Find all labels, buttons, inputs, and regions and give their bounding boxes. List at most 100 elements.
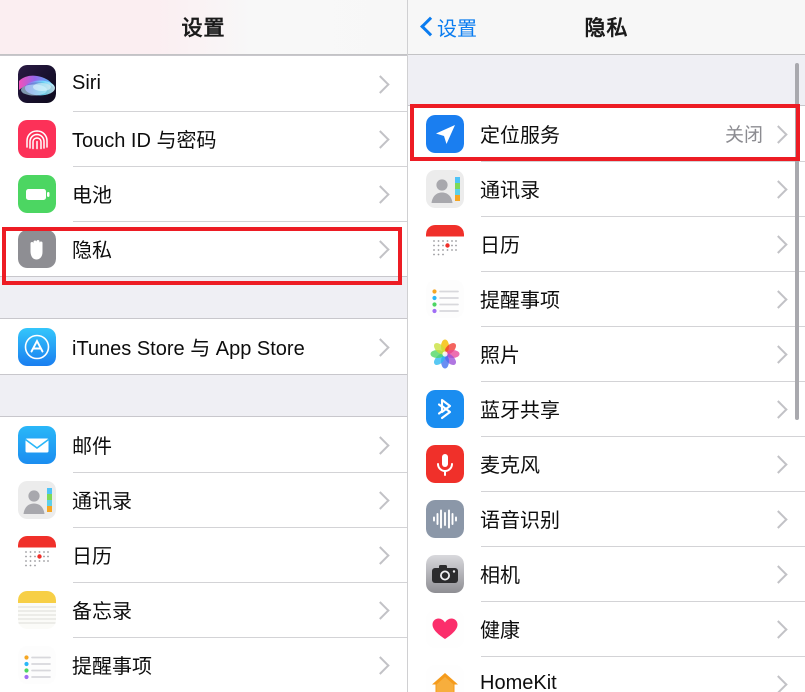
homekit-icon <box>426 664 464 692</box>
appstore-icon <box>18 327 56 366</box>
settings-row-calendar[interactable]: 日历 <box>0 527 407 582</box>
reminders-icon <box>18 645 56 684</box>
left-group-gap-2 <box>0 375 407 416</box>
left-group-2: iTunes Store 与 App Store <box>0 318 407 375</box>
privacy-group: 定位服务 关闭 通讯录 日历 提醒事项 照片 蓝牙共享 麦克风 语音识别 相机 … <box>408 105 805 692</box>
privacy-row-label: 提醒事项 <box>480 290 560 312</box>
health-icon <box>426 609 464 648</box>
privacy-row-photos[interactable]: 照片 <box>408 326 805 381</box>
right-scroll-area[interactable]: 定位服务 关闭 通讯录 日历 提醒事项 照片 蓝牙共享 麦克风 语音识别 相机 … <box>408 55 805 692</box>
privacy-row-contacts[interactable]: 通讯录 <box>408 161 805 216</box>
privacy-row-location-services[interactable]: 定位服务 关闭 <box>408 106 805 161</box>
settings-row-label: iTunes Store 与 App Store <box>72 338 305 360</box>
location-services-status-value: 关闭 <box>724 125 763 146</box>
settings-row-label: 隐私 <box>72 240 112 262</box>
chevron-right-icon <box>769 343 791 365</box>
settings-row-label: 提醒事项 <box>72 656 152 678</box>
speech-recognition-icon <box>426 499 464 538</box>
privacy-row-label: 语音识别 <box>480 510 560 532</box>
contacts-icon <box>18 480 56 519</box>
chevron-right-icon <box>371 544 393 566</box>
battery-icon <box>18 174 56 213</box>
chevron-right-icon <box>371 238 393 260</box>
calendar-icon <box>18 535 56 574</box>
privacy-row-camera[interactable]: 相机 <box>408 546 805 601</box>
settings-row-label: 电池 <box>72 185 112 207</box>
privacy-row-microphone[interactable]: 麦克风 <box>408 436 805 491</box>
notes-icon <box>18 590 56 629</box>
microphone-icon <box>426 444 464 483</box>
camera-icon <box>426 554 464 593</box>
mail-icon <box>18 425 56 464</box>
privacy-row-label: 麦克风 <box>480 455 540 477</box>
privacy-row-label: HomeKit <box>480 672 557 692</box>
left-navbar: 设置 <box>0 0 407 55</box>
ios-settings-split-view: 设置 Siri Touch ID 与密码 电池 隐私 iTunes Store … <box>0 0 805 692</box>
chevron-right-icon <box>371 128 393 150</box>
privacy-row-label: 通讯录 <box>480 180 540 202</box>
settings-row-reminders[interactable]: 提醒事项 <box>0 637 407 692</box>
privacy-row-label: 健康 <box>480 620 520 642</box>
chevron-right-icon <box>769 288 791 310</box>
left-group-3: 邮件 通讯录 日历 备忘录 提醒事项 <box>0 416 407 692</box>
settings-row-label: Touch ID 与密码 <box>72 130 217 152</box>
privacy-row-label: 蓝牙共享 <box>480 400 560 422</box>
settings-row-mail[interactable]: 邮件 <box>0 417 407 472</box>
privacy-row-speech-recognition[interactable]: 语音识别 <box>408 491 805 546</box>
settings-row-label: 备忘录 <box>72 601 132 623</box>
chevron-right-icon <box>769 508 791 530</box>
settings-row-contacts[interactable]: 通讯录 <box>0 472 407 527</box>
settings-row-label: 邮件 <box>72 436 112 458</box>
chevron-right-icon <box>371 73 393 95</box>
privacy-hand-icon <box>18 229 56 268</box>
reminders-icon <box>426 279 464 318</box>
chevron-right-icon <box>769 453 791 475</box>
chevron-right-icon <box>371 654 393 676</box>
contacts-icon <box>426 169 464 208</box>
calendar-icon <box>426 224 464 263</box>
privacy-row-reminders[interactable]: 提醒事项 <box>408 271 805 326</box>
settings-row-itunes-appstore[interactable]: iTunes Store 与 App Store <box>0 319 407 374</box>
left-page-title: 设置 <box>181 17 226 40</box>
privacy-detail-panel: 设置 隐私 定位服务 关闭 通讯录 日历 提醒事项 照片 蓝牙共享 麦克风 语音… <box>408 0 805 692</box>
chevron-right-icon <box>769 563 791 585</box>
chevron-right-icon <box>769 178 791 200</box>
chevron-right-icon <box>371 434 393 456</box>
chevron-right-icon <box>769 618 791 640</box>
right-group-gap-top <box>408 55 805 105</box>
settings-row-label: 日历 <box>72 546 112 568</box>
touchid-icon <box>18 119 56 158</box>
photos-icon <box>426 334 464 373</box>
privacy-row-bluetooth-sharing[interactable]: 蓝牙共享 <box>408 381 805 436</box>
chevron-right-icon <box>769 233 791 255</box>
bluetooth-icon <box>426 389 464 428</box>
privacy-row-homekit[interactable]: HomeKit <box>408 656 805 692</box>
settings-row-siri[interactable]: Siri <box>0 56 407 111</box>
settings-row-battery[interactable]: 电池 <box>0 166 407 221</box>
privacy-row-label: 定位服务 <box>480 125 560 147</box>
settings-row-label: Siri <box>72 72 101 94</box>
left-scroll-area[interactable]: Siri Touch ID 与密码 电池 隐私 iTunes Store 与 A… <box>0 55 407 692</box>
right-navbar: 设置 隐私 <box>408 0 805 55</box>
privacy-row-health[interactable]: 健康 <box>408 601 805 656</box>
chevron-right-icon <box>371 183 393 205</box>
right-page-title: 隐私 <box>584 17 629 40</box>
settings-row-privacy[interactable]: 隐私 <box>0 221 407 276</box>
chevron-right-icon <box>769 673 791 692</box>
settings-row-notes[interactable]: 备忘录 <box>0 582 407 637</box>
right-panel-scrollbar[interactable] <box>795 63 799 420</box>
privacy-row-calendar[interactable]: 日历 <box>408 216 805 271</box>
chevron-right-icon <box>769 398 791 420</box>
siri-icon <box>18 64 56 103</box>
chevron-right-icon <box>371 336 393 358</box>
back-button[interactable]: 设置 <box>420 13 477 42</box>
back-button-label: 设置 <box>437 18 477 41</box>
location-icon <box>426 114 464 153</box>
left-group-1: Siri Touch ID 与密码 电池 隐私 <box>0 55 407 277</box>
privacy-row-label: 相机 <box>480 565 520 587</box>
settings-row-touchid[interactable]: Touch ID 与密码 <box>0 111 407 166</box>
privacy-row-label: 日历 <box>480 235 520 257</box>
settings-master-panel: 设置 Siri Touch ID 与密码 电池 隐私 iTunes Store … <box>0 0 408 692</box>
settings-row-label: 通讯录 <box>72 491 132 513</box>
chevron-right-icon <box>769 123 791 145</box>
